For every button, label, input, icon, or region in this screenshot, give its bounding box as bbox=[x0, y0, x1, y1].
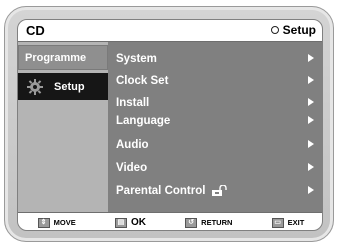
current-menu-indicator: Setup bbox=[270, 23, 316, 37]
arrow-right-icon bbox=[308, 140, 314, 148]
submenu-item-system[interactable]: System bbox=[116, 50, 316, 68]
return-arrow-icon: ↺ bbox=[185, 217, 198, 228]
exit-hint: ▭ EXIT bbox=[271, 217, 305, 228]
menu-item-setup[interactable]: Setup bbox=[18, 73, 108, 100]
arrow-right-icon bbox=[308, 98, 314, 106]
submenu-item-video[interactable]: Video bbox=[116, 159, 316, 177]
submenu-item-label: Audio bbox=[116, 139, 149, 151]
submenu-item-label: Parental Control bbox=[116, 185, 206, 197]
submenu-item-label: Install bbox=[116, 97, 150, 109]
submenu-item-label: Language bbox=[116, 115, 171, 127]
menu-item-label: Setup bbox=[54, 80, 85, 93]
return-hint: ↺ RETURN bbox=[185, 217, 233, 228]
submenu-item-label: Video bbox=[116, 162, 148, 174]
submenu-item-label: Clock Set bbox=[116, 75, 169, 87]
arrow-right-icon bbox=[308, 54, 314, 62]
source-title: CD bbox=[26, 23, 45, 38]
menu-item-label: Programme bbox=[25, 51, 87, 64]
menu-item-programme[interactable]: Programme bbox=[18, 45, 108, 70]
submenu-item-label: System bbox=[116, 53, 157, 65]
arrow-right-icon bbox=[308, 163, 314, 171]
submenu-item-clock-set[interactable]: Clock Set bbox=[116, 72, 316, 90]
gear-icon bbox=[26, 78, 44, 96]
move-hint-label: MOVE bbox=[53, 218, 76, 227]
return-hint-label: RETURN bbox=[201, 218, 233, 227]
submenu-item-install[interactable]: Install bbox=[116, 94, 316, 112]
arrow-right-icon bbox=[308, 76, 314, 84]
arrow-right-icon bbox=[308, 116, 314, 124]
osd-screen: CD Setup Programme Setup System Clock Se… bbox=[17, 19, 323, 231]
submenu-item-parental-control[interactable]: Parental Control bbox=[116, 182, 316, 200]
ok-hint: ▤ OK bbox=[114, 217, 146, 228]
button-hint-bar: ⇕ MOVE ▤ OK ↺ RETURN ▭ EXIT bbox=[18, 212, 322, 230]
arrow-right-icon bbox=[308, 186, 314, 194]
submenu-item-language[interactable]: Language bbox=[116, 112, 316, 130]
main-menu: Programme Setup bbox=[18, 42, 108, 212]
top-bar: CD Setup bbox=[18, 20, 322, 42]
up-down-arrows-icon: ⇕ bbox=[37, 217, 50, 228]
ok-hint-label: OK bbox=[130, 217, 146, 228]
ok-button-icon: ▤ bbox=[114, 217, 127, 228]
current-menu-label: Setup bbox=[282, 23, 316, 37]
tv-frame: CD Setup Programme Setup System Clock Se… bbox=[4, 6, 334, 242]
lock-icon bbox=[211, 184, 229, 197]
submenu-item-audio[interactable]: Audio bbox=[116, 136, 316, 154]
exit-button-icon: ▭ bbox=[271, 217, 284, 228]
move-hint: ⇕ MOVE bbox=[37, 217, 76, 228]
setup-submenu: System Clock Set Install Language Audio … bbox=[108, 42, 322, 212]
exit-hint-label: EXIT bbox=[287, 218, 305, 227]
circle-icon bbox=[270, 26, 279, 34]
